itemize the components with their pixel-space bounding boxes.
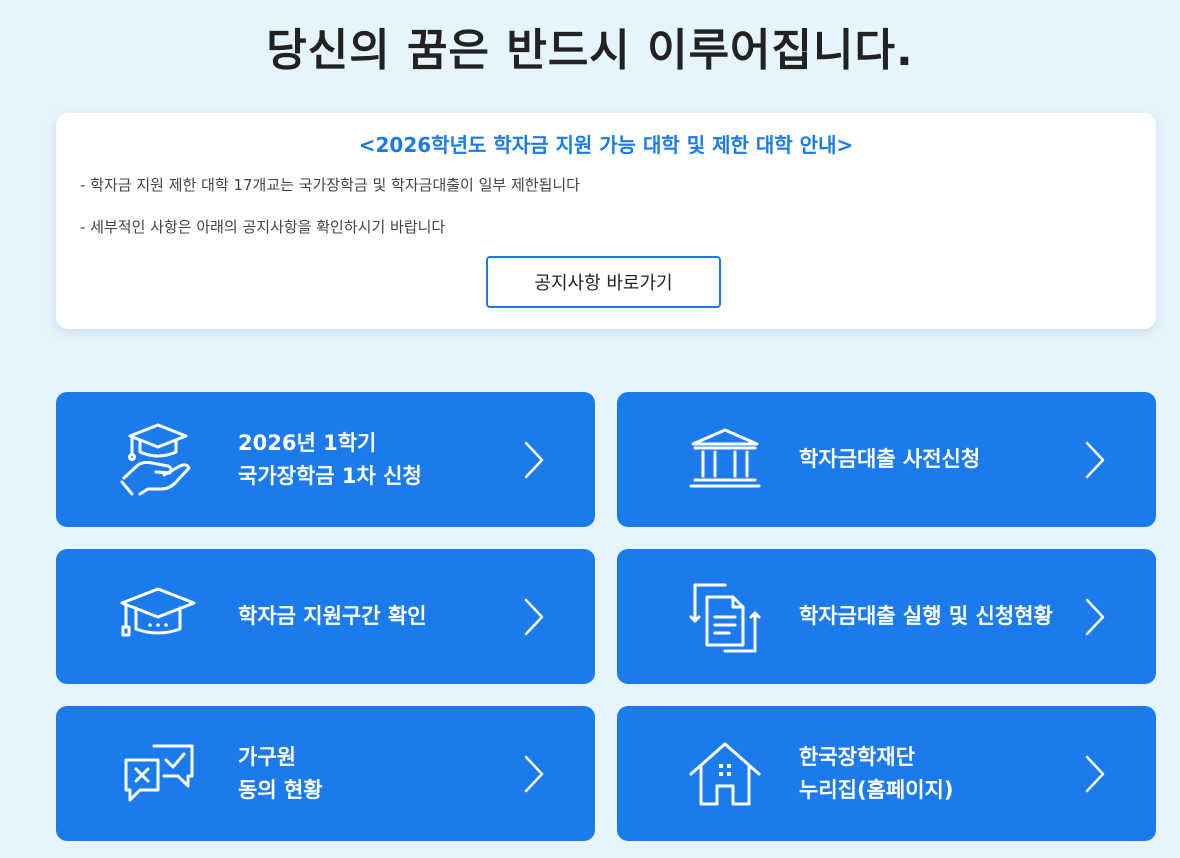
notice-panel: <2026학년도 학자금 지원 가능 대학 및 제한 대학 안내> - 학자금 … [56, 113, 1156, 329]
notice-line-restricted: - 학자금 지원 제한 대학 17개교는 국가장학금 및 학자금대출이 일부 제… [80, 176, 580, 194]
card-kosaf-homepage[interactable]: 한국장학재단 누리집(홈페이지) [617, 706, 1156, 841]
card-label: 학자금대출 실행 및 신청현황 [799, 549, 1053, 684]
card-label: 학자금 지원구간 확인 [238, 549, 427, 684]
card-label-line2: 국가장학금 1차 신청 [238, 463, 422, 488]
card-label-line1: 2026년 1학기 [238, 430, 377, 455]
chevron-right-icon [524, 755, 544, 793]
card-loan-pre-apply[interactable]: 학자금대출 사전신청 [617, 392, 1156, 527]
graduation-cap-icon [120, 587, 196, 637]
chevron-right-icon [1085, 598, 1105, 636]
chevron-right-icon [1085, 441, 1105, 479]
card-label-line1: 학자금대출 사전신청 [799, 447, 981, 471]
card-label-line1: 학자금대출 실행 및 신청현황 [799, 604, 1053, 628]
card-label-line2: 누리집(홈페이지) [799, 777, 954, 802]
card-label: 가구원 동의 현황 [238, 706, 323, 841]
card-loan-execution-status[interactable]: 학자금대출 실행 및 신청현황 [617, 549, 1156, 684]
chat-check-icon [124, 744, 194, 802]
card-label-line1: 가구원 [238, 744, 296, 769]
card-label-line1: 학자금 지원구간 확인 [238, 604, 427, 628]
card-national-scholarship-apply[interactable]: 2026년 1학기 국가장학금 1차 신청 [56, 392, 595, 527]
chevron-right-icon [1085, 755, 1105, 793]
card-label-line1: 한국장학재단 [799, 744, 915, 769]
card-label: 한국장학재단 누리집(홈페이지) [799, 706, 953, 841]
document-refresh-icon [689, 583, 761, 653]
card-support-tier-check[interactable]: 학자금 지원구간 확인 [56, 549, 595, 684]
notice-line-details: - 세부적인 사항은 아래의 공지사항을 확인하시기 바랍니다 [80, 218, 446, 236]
chevron-right-icon [524, 598, 544, 636]
bank-building-icon [689, 428, 761, 488]
graduation-cap-hand-icon [120, 423, 191, 496]
card-label-line2: 동의 현황 [238, 777, 323, 802]
card-household-consent-status[interactable]: 가구원 동의 현황 [56, 706, 595, 841]
notice-shortcut-button[interactable]: 공지사항 바로가기 [486, 256, 721, 308]
chevron-right-icon [524, 441, 544, 479]
page-headline: 당신의 꿈은 반드시 이루어집니다. [266, 25, 914, 76]
card-label: 학자금대출 사전신청 [799, 392, 980, 527]
notice-title: <2026학년도 학자금 지원 가능 대학 및 제한 대학 안내> [358, 133, 854, 157]
card-label: 2026년 1학기 국가장학금 1차 신청 [238, 392, 422, 527]
house-icon [689, 742, 761, 806]
